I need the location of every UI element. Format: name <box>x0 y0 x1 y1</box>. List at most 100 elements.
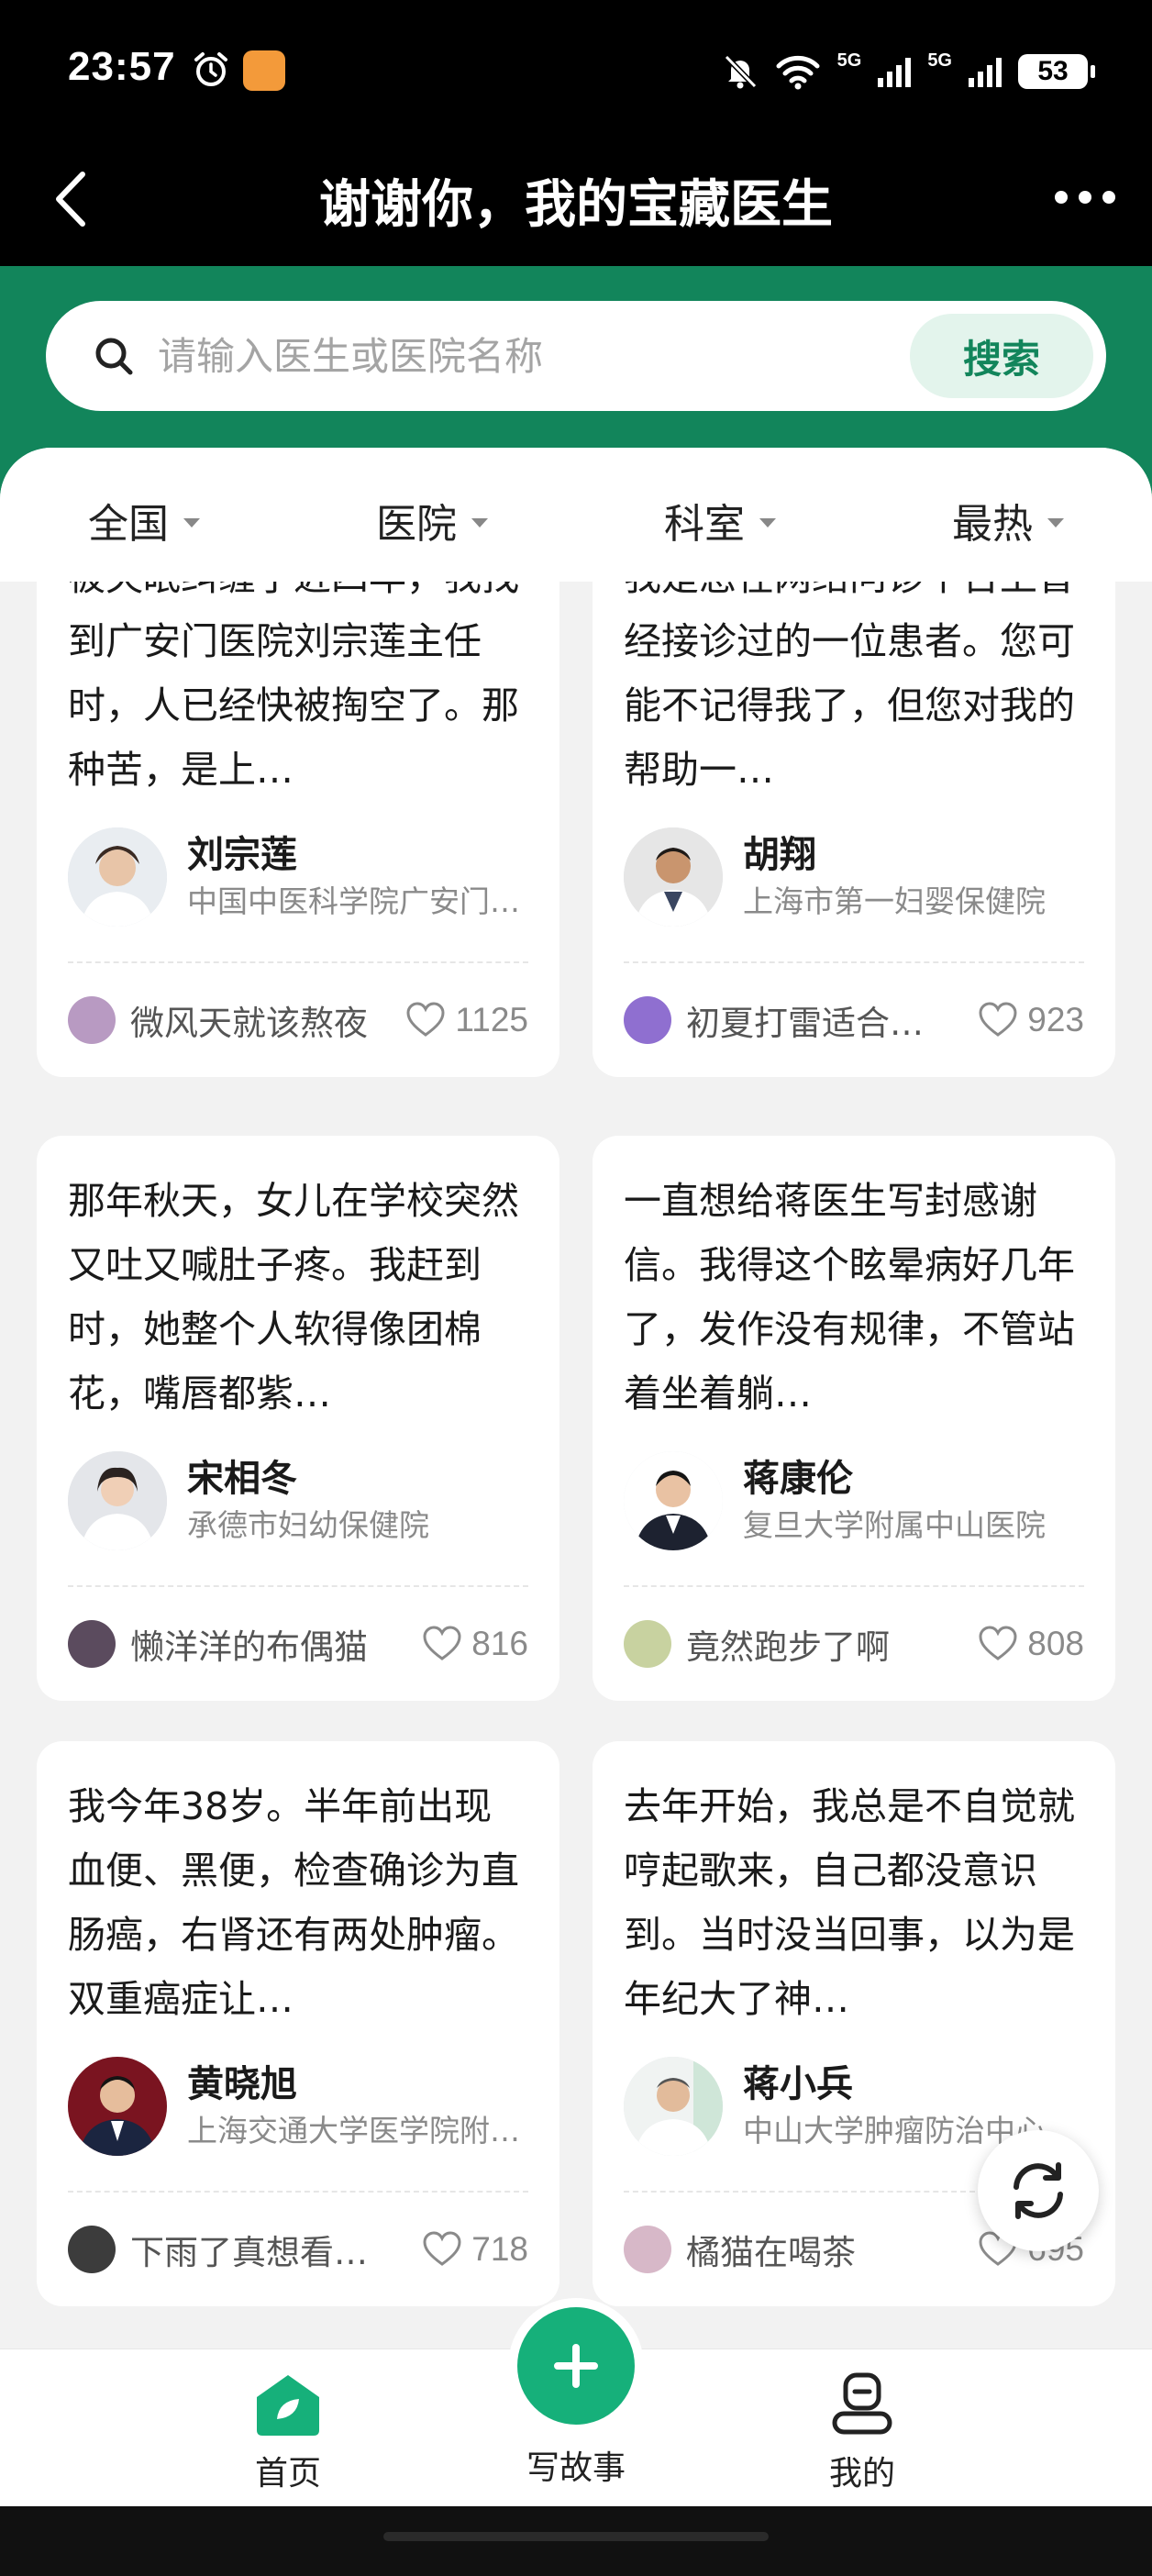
profile-icon <box>832 2372 892 2435</box>
signal-icon <box>969 56 1002 87</box>
user-avatar <box>624 996 671 1044</box>
alarm-icon <box>194 52 227 86</box>
battery-indicator: 53 <box>1018 54 1095 89</box>
more-options-button[interactable] <box>1044 174 1126 220</box>
caret-down-icon <box>1047 518 1064 527</box>
heart-icon <box>423 1626 461 1660</box>
nav-label: 首页 <box>254 2455 321 2493</box>
user-avatar <box>68 1620 116 1668</box>
author-name: 初夏打雷适合… <box>686 1004 924 1043</box>
like-count: 1125 <box>455 1001 528 1038</box>
card-footer: 懒洋洋的布偶猫 816 <box>68 1587 528 1701</box>
doctor-hospital: 上海市第一妇婴保健院 <box>743 883 1046 919</box>
card-footer: 竟然跑步了啊 808 <box>624 1587 1084 1701</box>
story-excerpt: 我今年38岁。半年前出现血便、黑便，检查确诊为直肠癌，右肾还有两处肿瘤。双重癌症… <box>68 1784 519 2021</box>
search-icon <box>95 338 133 375</box>
doctor-name: 蒋小兵 <box>743 2063 853 2105</box>
nav-label: 我的 <box>828 2455 895 2493</box>
story-card[interactable]: 我是您在网络问诊平台上曾经接诊过的一位患者。您可能不记得我了，但您对我的帮助一…… <box>593 545 1115 1077</box>
search-input[interactable] <box>158 321 928 391</box>
caret-down-icon <box>759 518 776 527</box>
author-name: 微风天就该熬夜 <box>130 1004 368 1043</box>
mute-icon <box>724 54 757 89</box>
filter-label: 医院 <box>376 501 457 548</box>
like-count: 816 <box>471 1625 528 1662</box>
story-excerpt: 那年秋天，女儿在学校突然又吐又喊肚子疼。我赶到时，她整个人软得像团棉花，嘴唇都紫… <box>68 1179 519 1416</box>
like-button[interactable]: 808 <box>978 1625 1084 1663</box>
like-button[interactable]: 1125 <box>405 1001 528 1039</box>
doctor-info[interactable]: 宋相冬 承德市妇幼保健院 <box>68 1444 528 1558</box>
network-type-label: 5G <box>836 50 862 71</box>
filter-hospital[interactable]: 医院 <box>288 480 576 550</box>
home-indicator[interactable] <box>383 2532 769 2541</box>
doctor-info[interactable]: 刘宗莲 中国中医科学院广安门医院 <box>68 820 528 934</box>
caret-down-icon <box>471 518 488 527</box>
like-count: 808 <box>1027 1625 1084 1662</box>
story-card[interactable]: 那年秋天，女儿在学校突然又吐又喊肚子疼。我赶到时，她整个人软得像团棉花，嘴唇都紫… <box>37 1136 559 1701</box>
app-notification-icon <box>243 50 285 91</box>
like-button[interactable]: 718 <box>422 2230 528 2269</box>
status-bar: 23:57 5G 5G 53 <box>0 0 1152 138</box>
signal-icon <box>878 56 912 87</box>
user-avatar <box>624 2226 671 2273</box>
filter-label: 全国 <box>88 501 169 548</box>
nav-label: 写故事 <box>526 2449 626 2487</box>
doctor-name: 胡翔 <box>743 834 816 876</box>
battery-level: 53 <box>1037 56 1069 86</box>
caret-down-icon <box>183 518 200 527</box>
write-story-button[interactable] <box>508 2298 644 2434</box>
doctor-name: 宋相冬 <box>187 1458 297 1500</box>
author-name: 懒洋洋的布偶猫 <box>130 1627 368 1667</box>
bottom-nav: 首页 写故事 我的 <box>0 2298 1152 2506</box>
card-footer: 下雨了真想看… 718 <box>68 2193 528 2306</box>
user-avatar <box>68 996 116 1044</box>
heart-icon <box>406 1002 445 1037</box>
doctor-avatar <box>624 2057 723 2156</box>
user-avatar <box>624 1620 671 1668</box>
doctor-hospital: 上海交通大学医学院附属医院 <box>187 2113 528 2149</box>
refresh-button[interactable] <box>978 2130 1099 2251</box>
home-icon <box>257 2375 319 2436</box>
plus-icon <box>554 2344 598 2388</box>
filter-label: 最热 <box>952 501 1033 548</box>
refresh-icon <box>1014 2162 1063 2219</box>
doctor-name: 黄晓旭 <box>187 2063 297 2105</box>
gesture-bar <box>0 2506 1152 2576</box>
story-card[interactable]: 一直想给蒋医生写封感谢信。我得这个眩晕病好几年了，发作没有规律，不管站着坐着躺…… <box>593 1136 1115 1701</box>
main-panel: 全国 医院 科室 最热 被失眠纠缠了近四年，我找到广安门医院刘宗莲主任时，人已经… <box>0 448 1152 2348</box>
doctor-avatar <box>68 2057 167 2156</box>
doctor-name: 刘宗莲 <box>187 834 297 876</box>
author-name: 下雨了真想看… <box>130 2233 368 2272</box>
like-count: 923 <box>1027 1001 1084 1038</box>
story-card[interactable]: 被失眠纠缠了近四年，我找到广安门医院刘宗莲主任时，人已经快被掏空了。那种苦，是上… <box>37 545 559 1077</box>
doctor-avatar <box>624 1451 723 1550</box>
filter-label: 科室 <box>664 501 745 548</box>
doctor-avatar <box>68 1451 167 1550</box>
like-button[interactable]: 923 <box>978 1001 1084 1039</box>
doctor-name: 蒋康伦 <box>743 1458 853 1500</box>
filter-department[interactable]: 科室 <box>576 480 864 550</box>
story-card[interactable]: 我今年38岁。半年前出现血便、黑便，检查确诊为直肠癌，右肾还有两处肿瘤。双重癌症… <box>37 1741 559 2306</box>
story-excerpt: 一直想给蒋医生写封感谢信。我得这个眩晕病好几年了，发作没有规律，不管站着坐着躺… <box>624 1179 1075 1416</box>
search-bar: 搜索 <box>46 301 1106 411</box>
doctor-info[interactable]: 黄晓旭 上海交通大学医学院附属医院 <box>68 2049 528 2163</box>
story-excerpt: 被失眠纠缠了近四年，我找到广安门医院刘宗莲主任时，人已经快被掏空了。那种苦，是上… <box>68 555 519 792</box>
like-button[interactable]: 816 <box>422 1625 528 1663</box>
heart-icon <box>423 2231 461 2266</box>
network-type-label: 5G <box>927 50 952 71</box>
doctor-info[interactable]: 蒋康伦 复旦大学附属中山医院 <box>624 1444 1084 1558</box>
story-excerpt: 去年开始，我总是不自觉就哼起歌来，自己都没意识到。当时没当回事，以为是年纪大了神… <box>624 1784 1075 2021</box>
nav-mine[interactable]: 我的 <box>770 2371 954 2494</box>
page-title: 谢谢你，我的宝藏医生 <box>319 175 833 235</box>
search-button[interactable]: 搜索 <box>910 314 1093 398</box>
heart-icon <box>979 1626 1017 1660</box>
author-name: 竟然跑步了啊 <box>686 1627 890 1667</box>
like-count: 718 <box>471 2230 528 2268</box>
nav-home[interactable]: 首页 <box>196 2371 380 2494</box>
doctor-hospital: 承德市妇幼保健院 <box>187 1507 429 1543</box>
wifi-icon <box>776 55 820 90</box>
filter-region[interactable]: 全国 <box>0 480 288 550</box>
filter-sort[interactable]: 最热 <box>864 480 1152 550</box>
doctor-info[interactable]: 胡翔 上海市第一妇婴保健院 <box>624 820 1084 934</box>
doctor-avatar <box>624 827 723 927</box>
